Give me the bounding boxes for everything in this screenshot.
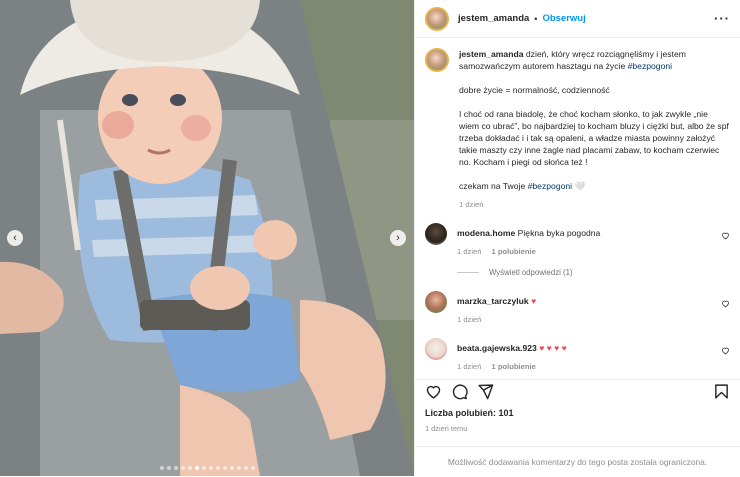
carousel-dot — [229, 466, 234, 470]
carousel-dot — [173, 466, 178, 470]
caption-text: jestem_amanda dzień, który wręcz rozciąg… — [459, 48, 730, 72]
share-icon[interactable] — [477, 383, 494, 400]
commenter-avatar[interactable] — [425, 223, 447, 245]
caption-paragraph-3: I choć od rana biadolę, że choć kocham s… — [459, 109, 729, 167]
white-heart-emoji: 🤍 — [574, 181, 586, 191]
comment-item: marzka_tarczyluk ♥ 1 dzień — [425, 291, 730, 324]
comment-text: ♥ — [531, 296, 537, 306]
comment-item: modena.home Piękna byka pogodna 1 dzień 1… — [425, 223, 730, 256]
photo-image — [0, 0, 414, 476]
carousel-dot — [222, 466, 227, 470]
carousel-dot — [180, 466, 185, 470]
chevron-left-icon: ‹ — [13, 231, 17, 244]
carousel-prev-button[interactable]: ‹ — [7, 230, 23, 246]
post-modal: ‹ › jestem_amanda • Obserwuj ··· jestem_… — [0, 0, 740, 476]
follow-button[interactable]: Obserwuj — [542, 13, 585, 24]
view-replies-button[interactable]: Wyświetl odpowiedzi (1) — [457, 268, 730, 277]
carousel-dot — [194, 466, 199, 470]
view-replies-label: Wyświetl odpowiedzi (1) — [489, 268, 573, 277]
post-timestamp[interactable]: 1 dzień temu — [425, 424, 467, 433]
chevron-right-icon: › — [396, 231, 400, 244]
carousel-dot — [215, 466, 220, 470]
commenter-avatar[interactable] — [425, 291, 447, 313]
post-details-panel: jestem_amanda • Obserwuj ··· jestem_aman… — [414, 0, 740, 476]
caption: jestem_amanda dzień, który wręcz rozciąg… — [425, 37, 730, 209]
hashtag-link[interactable]: #bezpogoni — [528, 181, 572, 191]
comments-scroll-area[interactable]: jestem_amanda dzień, który wręcz rozciąg… — [415, 37, 740, 377]
carousel-dot — [243, 466, 248, 470]
avatar[interactable] — [425, 6, 449, 31]
separator-dot: • — [534, 13, 538, 24]
comment-item: beata.gajewska.923 ♥ ♥ ♥ ♥ 1 dzień 1 polu… — [425, 338, 730, 371]
commenter-username[interactable]: modena.home — [457, 228, 515, 238]
likes-count[interactable]: Liczba polubień: 101 — [425, 408, 514, 418]
carousel-dot — [159, 466, 164, 470]
carousel-dot — [201, 466, 206, 470]
commenter-username[interactable]: marzka_tarczyluk — [457, 296, 529, 306]
caption-time[interactable]: 1 dzień — [459, 200, 730, 209]
comments-restricted-notice: Możliwość dodawania komentarzy do tego p… — [415, 446, 740, 477]
heart-icon[interactable] — [721, 231, 730, 240]
caption-username[interactable]: jestem_amanda — [459, 49, 524, 59]
post-header: jestem_amanda • Obserwuj ··· — [415, 0, 740, 38]
carousel-dot — [187, 466, 192, 470]
carousel-next-button[interactable]: › — [390, 230, 406, 246]
comment-time[interactable]: 1 dzień — [457, 247, 482, 256]
carousel-dot — [236, 466, 241, 470]
comment-text: ♥ ♥ ♥ ♥ — [539, 343, 567, 353]
comment-time[interactable]: 1 dzień — [457, 362, 482, 371]
bookmark-icon[interactable] — [713, 383, 730, 400]
hashtag-link[interactable]: #bezpogoni — [628, 61, 672, 71]
replies-divider — [457, 272, 479, 273]
commenter-avatar[interactable] — [425, 338, 447, 360]
comment-text: Piękna byka pogodna — [517, 228, 601, 238]
caption-avatar[interactable] — [425, 48, 449, 72]
caption-paragraph-2: dobre życie = normalność, codzienność — [459, 85, 610, 95]
comment-likes[interactable]: 1 polubienie — [492, 362, 536, 371]
caption-para4-text: czekam na Twoje — [459, 181, 528, 191]
comment-icon[interactable] — [451, 383, 468, 400]
heart-icon[interactable] — [721, 299, 730, 308]
comment-likes[interactable]: 1 polubienie — [492, 247, 536, 256]
caption-paragraph-4: czekam na Twoje #bezpogoni 🤍 — [459, 180, 730, 192]
post-photo[interactable]: ‹ › — [0, 0, 414, 476]
carousel-dot — [250, 466, 255, 470]
heart-icon[interactable] — [721, 346, 730, 355]
more-icon[interactable]: ··· — [714, 11, 730, 26]
carousel-indicator — [0, 466, 414, 470]
post-actions-bar — [415, 379, 740, 403]
author-username[interactable]: jestem_amanda — [458, 13, 529, 24]
carousel-dot — [208, 466, 213, 470]
comment-time[interactable]: 1 dzień — [457, 315, 482, 324]
carousel-dot — [166, 466, 171, 470]
commenter-username[interactable]: beata.gajewska.923 — [457, 343, 537, 353]
heart-icon[interactable] — [425, 383, 442, 400]
